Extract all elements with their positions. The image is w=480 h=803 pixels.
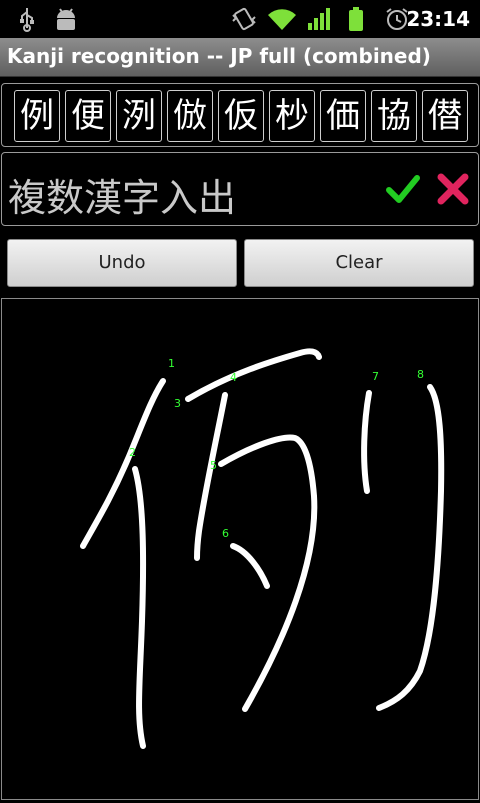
android-debug-icon [52, 6, 80, 36]
stroke-number-5: 5 [210, 459, 217, 472]
input-text[interactable]: 複数漢字入出 [8, 167, 236, 222]
candidate-8[interactable]: 協 [371, 90, 417, 142]
stroke-number-7: 7 [372, 370, 379, 383]
stroke-7 [361, 390, 372, 494]
stroke-1 [80, 378, 166, 549]
stroke-4 [194, 392, 228, 561]
stroke-number-6: 6 [222, 527, 229, 540]
stroke-5 [218, 434, 318, 712]
clear-button[interactable]: Clear [244, 239, 474, 287]
vibrate-icon [230, 6, 258, 36]
candidate-2[interactable]: 便 [65, 90, 111, 142]
stroke-8 [376, 384, 445, 711]
candidate-3[interactable]: 洌 [116, 90, 162, 142]
stroke-3 [185, 348, 322, 402]
input-panel: 複数漢字入出 [1, 152, 479, 226]
stroke-number-2: 2 [129, 446, 136, 459]
candidate-4[interactable]: 倣 [167, 90, 213, 142]
stroke-number-3: 3 [174, 397, 181, 410]
wifi-icon [266, 6, 298, 36]
check-icon[interactable] [386, 172, 420, 210]
candidate-panel: 例 便 洌 倣 仮 杪 価 協 僣 [1, 83, 479, 147]
title-bar: Kanji recognition -- JP full (combined) [0, 38, 480, 77]
candidate-6[interactable]: 杪 [269, 90, 315, 142]
clock: 23:14 [406, 7, 470, 31]
usb-icon [14, 6, 40, 36]
handwriting-strokes: 1 2 3 4 5 6 7 8 [80, 348, 445, 749]
stroke-6 [230, 543, 270, 589]
status-bar: 23:14 [0, 0, 480, 38]
stroke-number-8: 8 [417, 368, 424, 381]
drawing-canvas[interactable]: 1 2 3 4 5 6 7 8 [1, 298, 479, 800]
stroke-2 [132, 466, 147, 749]
stroke-number-4: 4 [230, 371, 237, 384]
battery-icon [346, 6, 366, 36]
candidate-7[interactable]: 価 [320, 90, 366, 142]
candidate-5[interactable]: 仮 [218, 90, 264, 142]
signal-icon [306, 6, 334, 36]
stroke-number-1: 1 [168, 357, 175, 370]
undo-button[interactable]: Undo [7, 239, 237, 287]
app-title: Kanji recognition -- JP full (combined) [7, 44, 431, 68]
candidate-9[interactable]: 僣 [422, 90, 468, 142]
x-icon[interactable] [436, 172, 470, 210]
candidate-1[interactable]: 例 [14, 90, 60, 142]
